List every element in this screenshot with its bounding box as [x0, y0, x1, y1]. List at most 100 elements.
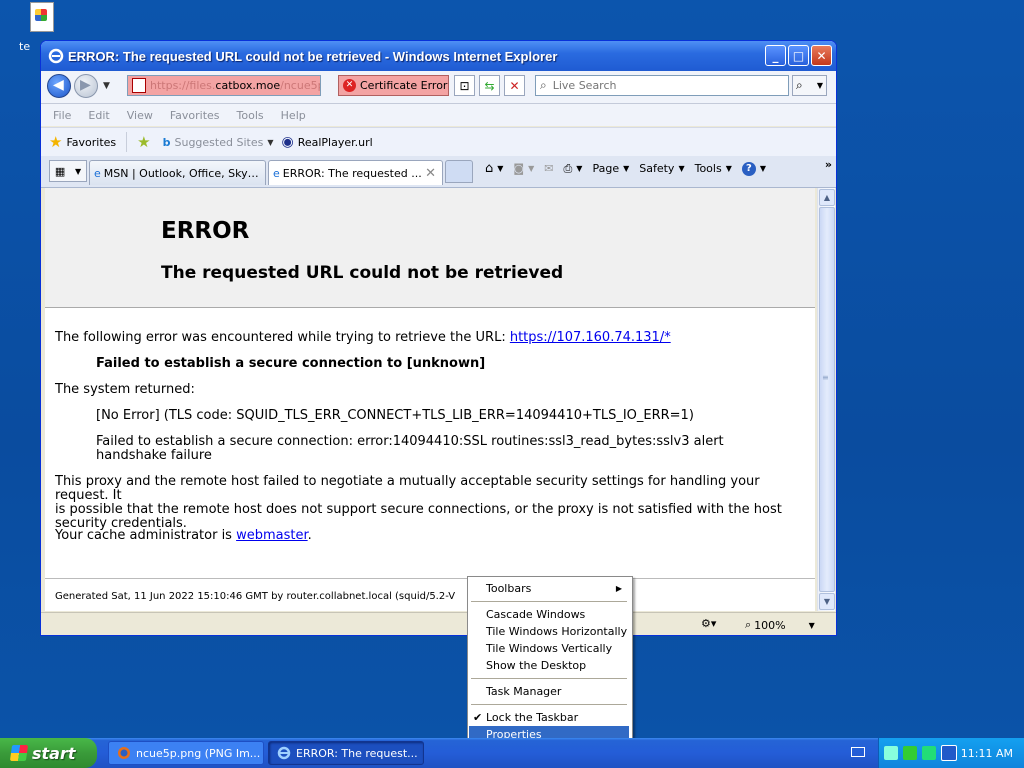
scrollbar-thumb[interactable] — [819, 207, 835, 592]
favorites-button[interactable]: ★ Favorites — [49, 133, 116, 151]
realplayer-label: RealPlayer.url — [297, 135, 373, 149]
proxy-line-1: This proxy and the remote host failed to… — [55, 474, 760, 503]
feeds-button[interactable]: ◙ ▼ — [513, 162, 534, 175]
back-button[interactable]: ◀ — [47, 74, 71, 98]
forward-button[interactable]: ▶ — [74, 74, 98, 98]
menu-item-toolbars[interactable]: Toolbars ▶ — [469, 580, 629, 597]
cache-admin-text: Your cache administrator is — [55, 528, 237, 543]
scroll-up-arrow-icon[interactable]: ▲ — [819, 189, 835, 206]
menu-item-tile-horizontally[interactable]: Tile Windows Horizontally — [469, 623, 629, 640]
clock[interactable]: 11:11 AM — [961, 747, 1013, 760]
zoom-level: 100% — [754, 618, 786, 632]
suggested-sites-label: Suggested Sites — [174, 135, 264, 149]
recent-pages-dropdown-icon[interactable]: ▼ — [103, 81, 110, 91]
proxy-line-2: is possible that the remote host does no… — [55, 502, 782, 517]
suggested-sites-dropdown-icon: ▼ — [267, 137, 274, 147]
tools-menu[interactable]: Tools ▼ — [695, 162, 732, 175]
mail-icon: ✉ — [544, 162, 554, 175]
menu-help[interactable]: Help — [281, 109, 306, 122]
close-button[interactable]: ✕ — [811, 45, 832, 66]
webmaster-link[interactable]: webmaster — [236, 528, 308, 543]
search-box: ⌕ — [535, 75, 789, 96]
network-connection-icon[interactable] — [903, 746, 917, 760]
start-button[interactable]: start — [0, 738, 97, 768]
menu-item-cascade-windows[interactable]: Cascade Windows — [469, 606, 629, 623]
maximize-button[interactable]: □ — [788, 45, 809, 66]
command-bar-overflow-icon[interactable]: » — [825, 158, 832, 171]
error-subtitle: The requested URL could not be retrieved — [161, 263, 564, 283]
quick-tabs-button[interactable]: ▦ ▼ — [49, 160, 87, 182]
minimize-button[interactable]: _ — [765, 45, 786, 66]
tab-error[interactable]: e ERROR: The requested ... ✕ — [268, 160, 443, 185]
status-bar: ⚙▾ ⌕ 100% ▼ — [41, 612, 836, 635]
search-options-dropdown-icon[interactable]: ▼ — [817, 81, 823, 90]
home-button[interactable]: ⌂ ▼ — [485, 161, 503, 176]
address-bar[interactable]: https://files.catbox.moe/ncue5p.pn — [127, 75, 321, 96]
menu-file[interactable]: File — [53, 109, 71, 122]
vertical-scrollbar[interactable]: ▲ ≡ ▼ — [817, 188, 835, 611]
menu-tools[interactable]: Tools — [237, 109, 264, 122]
add-favorite-icon[interactable]: ★ — [137, 133, 150, 151]
search-go-button[interactable]: ⌕ ▼ — [792, 75, 827, 96]
tab-msn[interactable]: e MSN | Outlook, Office, Skyp... — [89, 160, 266, 185]
tools-dropdown-icon: ▼ — [725, 164, 732, 173]
menu-item-task-manager[interactable]: Task Manager — [469, 683, 629, 700]
stop-button[interactable]: ✕ — [504, 75, 525, 96]
close-tab-icon[interactable]: ✕ — [425, 166, 436, 181]
menu-item-lock-taskbar[interactable]: ✔ Lock the Taskbar — [469, 709, 629, 726]
menu-bar: File Edit View Favorites Tools Help — [41, 104, 836, 126]
taskbar-item-png[interactable]: ncue5p.png (PNG Im... — [108, 741, 264, 765]
failed-secure-text: Failed to establish a secure connection … — [96, 356, 486, 371]
intro-text: The following error was encountered whil… — [55, 330, 510, 345]
protected-mode-icon[interactable]: ⚙▾ — [701, 617, 716, 630]
search-input[interactable] — [550, 78, 775, 93]
favorites-star-icon: ★ — [49, 133, 63, 151]
menu-item-tile-vertically[interactable]: Tile Windows Vertically — [469, 640, 629, 657]
suggested-sites-button[interactable]: b Suggested Sites ▼ — [163, 136, 274, 149]
forward-arrow-icon: ▶ — [80, 77, 91, 93]
page-menu[interactable]: Page ▼ — [592, 162, 629, 175]
start-label: start — [32, 743, 76, 763]
stop-icon: ✕ — [509, 78, 520, 93]
menu-edit[interactable]: Edit — [88, 109, 109, 122]
print-button[interactable]: ⎙ ▼ — [563, 162, 582, 176]
image-file-icon — [30, 2, 54, 32]
new-tab-button[interactable] — [445, 160, 473, 183]
refresh-icon: ⇆ — [484, 78, 495, 93]
taskbar-item-ie[interactable]: ERROR: The request... — [268, 741, 424, 765]
menu-item-show-desktop[interactable]: Show the Desktop — [469, 657, 629, 674]
network-icon[interactable] — [884, 746, 898, 760]
tab-msn-label: MSN | Outlook, Office, Skyp... — [103, 166, 265, 180]
help-menu[interactable]: ? ▼ — [741, 161, 766, 176]
page-footer: Generated Sat, 11 Jun 2022 15:10:46 GMT … — [55, 591, 456, 602]
menu-view[interactable]: View — [127, 109, 153, 122]
safety-menu[interactable]: Safety ▼ — [639, 162, 684, 175]
security-center-icon[interactable] — [922, 746, 936, 760]
submenu-arrow-icon: ▶ — [615, 584, 622, 593]
tab-bar: ▦ ▼ e MSN | Outlook, Office, Skyp... e ER… — [41, 156, 836, 188]
zoom-control[interactable]: ⌕ 100% ▼ — [745, 618, 815, 632]
scroll-down-arrow-icon[interactable]: ▼ — [819, 593, 835, 610]
language-bar-icon[interactable] — [851, 747, 865, 757]
certificate-error-button[interactable]: ✕ Certificate Error — [338, 75, 449, 96]
realplayer-link[interactable]: ◉ RealPlayer.url — [281, 134, 372, 150]
requested-url-link[interactable]: https://107.160.74.131/* — [510, 330, 671, 345]
tab-list-dropdown-icon[interactable]: ▼ — [75, 167, 81, 176]
read-mail-button[interactable]: ✉ — [544, 162, 553, 175]
taskbar-context-menu: Toolbars ▶ Cascade Windows Tile Windows H… — [467, 576, 633, 747]
ie-window: ERROR: The requested URL could not be re… — [40, 40, 837, 636]
zoom-icon: ⌕ — [745, 618, 752, 631]
printer-icon: ⎙ — [563, 161, 573, 175]
cache-admin-end: . — [307, 528, 312, 543]
title-bar[interactable]: ERROR: The requested URL could not be re… — [41, 41, 836, 71]
taskbar-item-ie-label: ERROR: The request... — [296, 746, 418, 760]
help-icon: ? — [741, 161, 756, 176]
refresh-button[interactable]: ⇆ — [479, 75, 500, 96]
favorites-separator — [126, 132, 128, 152]
menu-favorites[interactable]: Favorites — [170, 109, 220, 122]
favorites-label: Favorites — [66, 135, 117, 149]
quick-tabs-icon: ▦ — [54, 164, 66, 178]
accessibility-icon[interactable] — [941, 745, 957, 761]
home-dropdown-icon: ▼ — [497, 164, 504, 173]
compatibility-view-button[interactable]: ⊡ — [454, 75, 475, 96]
